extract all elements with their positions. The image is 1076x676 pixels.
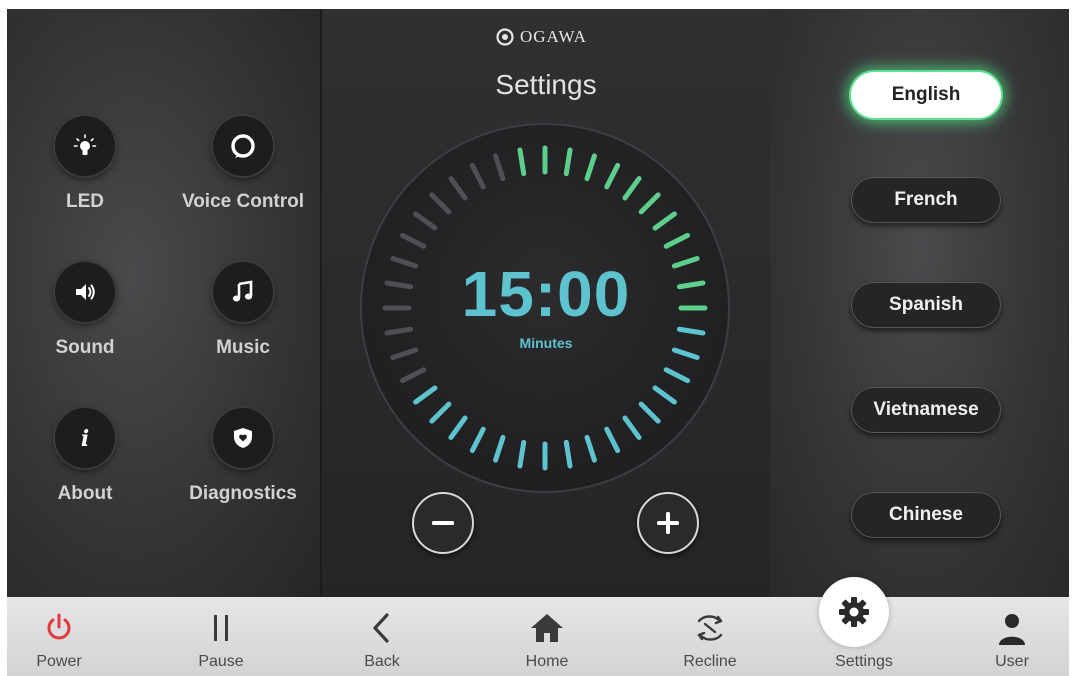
- music-label: Music: [216, 337, 270, 358]
- language-option-vietnamese[interactable]: Vietnamese: [851, 387, 1001, 433]
- plus-icon: [657, 512, 679, 534]
- user-icon: [999, 614, 1025, 645]
- diagnostics-label: Diagnostics: [189, 483, 297, 504]
- language-option-spanish[interactable]: Spanish: [851, 282, 1001, 328]
- nav-recline[interactable]: Recline: [655, 597, 765, 676]
- alexa-ring-icon: [213, 116, 273, 176]
- nav-home[interactable]: Home: [492, 597, 602, 676]
- language-panel: English French Spanish Vietnamese Chines…: [770, 9, 1069, 597]
- voice-control-tile[interactable]: Voice Control: [168, 116, 318, 213]
- power-icon: [47, 613, 71, 640]
- lightbulb-icon: [55, 116, 115, 176]
- nav-back-label: Back: [364, 653, 400, 670]
- nav-power-label: Power: [36, 653, 82, 670]
- decrease-button[interactable]: [412, 492, 474, 554]
- nav-pause[interactable]: Pause: [166, 597, 276, 676]
- about-label: About: [57, 483, 113, 504]
- sound-label: Sound: [55, 337, 115, 358]
- about-tile[interactable]: i About: [10, 408, 160, 505]
- bottom-navigation-bar: Power Pause Back Home Recline Settings U…: [7, 597, 1069, 676]
- music-note-icon: [213, 262, 273, 322]
- diagnostics-tile[interactable]: Diagnostics: [168, 408, 318, 505]
- svg-text:i: i: [81, 426, 89, 451]
- timer-value: 15:00: [461, 258, 631, 330]
- nav-user[interactable]: User: [957, 597, 1067, 676]
- led-label: LED: [66, 191, 104, 212]
- brand-logo: OGAWA: [496, 27, 587, 47]
- recline-icon: [697, 615, 723, 641]
- timer-panel: OGAWA Settings 15:00 Minutes: [320, 9, 772, 597]
- sound-tile[interactable]: Sound: [10, 262, 160, 359]
- nav-user-label: User: [995, 653, 1029, 670]
- nav-back[interactable]: Back: [327, 597, 437, 676]
- timer-unit: Minutes: [519, 335, 573, 351]
- chevron-left-icon: [373, 613, 389, 643]
- info-icon: i: [55, 408, 115, 468]
- speaker-icon: [55, 262, 115, 322]
- nav-home-label: Home: [525, 653, 569, 670]
- settings-active-indicator[interactable]: [819, 577, 889, 647]
- nav-pause-label: Pause: [198, 653, 244, 670]
- led-tile[interactable]: LED: [10, 116, 160, 213]
- settings-menu-panel: LED Voice Control Sound Music i About Di…: [7, 9, 320, 597]
- language-option-english[interactable]: English: [851, 72, 1001, 118]
- shield-heart-icon: [213, 408, 273, 468]
- nav-power[interactable]: Power: [4, 597, 114, 676]
- nav-settings-label: Settings: [835, 653, 893, 670]
- voice-control-label: Voice Control: [181, 191, 305, 212]
- increase-button[interactable]: [637, 492, 699, 554]
- home-icon: [531, 614, 563, 642]
- nav-recline-label: Recline: [683, 653, 737, 670]
- main-screen: LED Voice Control Sound Music i About Di…: [7, 9, 1069, 597]
- language-option-chinese[interactable]: Chinese: [851, 492, 1001, 538]
- pause-icon: [214, 615, 228, 641]
- gear-icon: [839, 597, 869, 627]
- minus-icon: [432, 521, 454, 525]
- ogawa-logo-icon: [496, 28, 514, 46]
- page-title: Settings: [495, 69, 597, 100]
- brand-name: OGAWA: [520, 27, 587, 46]
- language-option-french[interactable]: French: [851, 177, 1001, 223]
- music-tile[interactable]: Music: [168, 262, 318, 359]
